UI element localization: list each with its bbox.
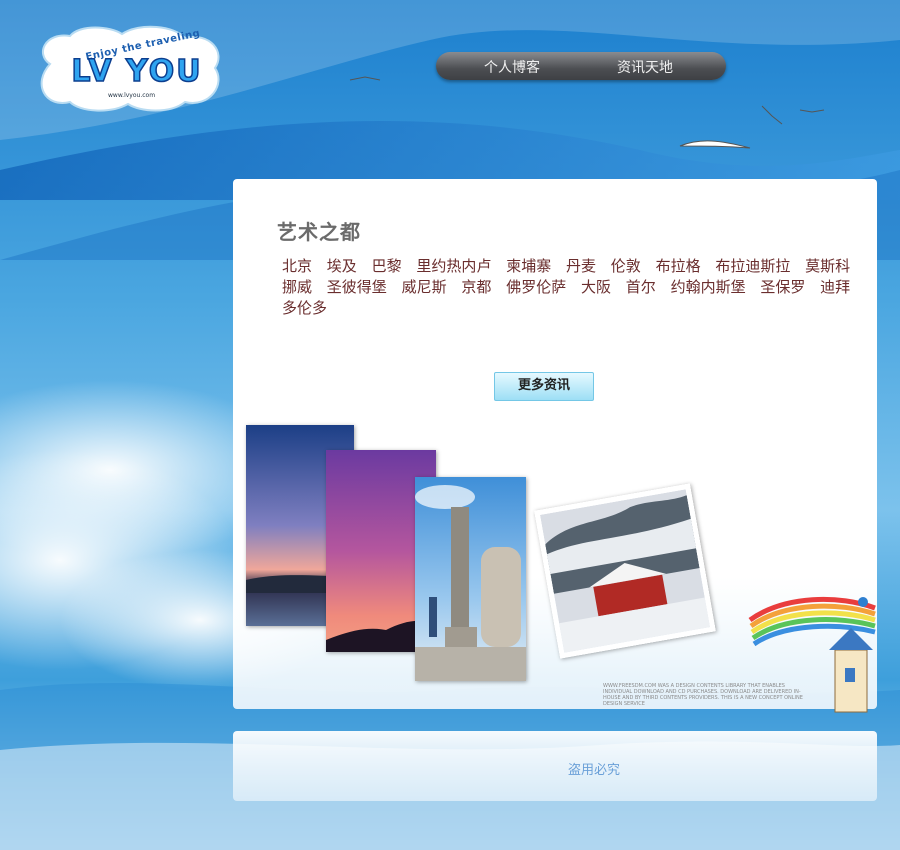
city-link[interactable]: 圣彼得堡 <box>327 276 387 297</box>
city-link[interactable]: 圣保罗 <box>760 276 805 297</box>
city-link[interactable]: 丹麦 <box>566 255 596 276</box>
snowy-village-image <box>539 489 711 653</box>
footer: 盗用必究 <box>233 731 877 801</box>
city-link[interactable]: 迪拜 <box>820 276 850 297</box>
city-link[interactable]: 京都 <box>461 276 491 297</box>
nav-item-news[interactable]: 资讯天地 <box>617 57 673 77</box>
city-link[interactable]: 佛罗伦萨 <box>506 276 566 297</box>
rainbow-castle-decoration-icon <box>748 596 876 713</box>
nav-item-blog[interactable]: 个人博客 <box>484 57 540 77</box>
city-link[interactable]: 里约热内卢 <box>416 255 491 276</box>
city-link[interactable]: 柬埔寨 <box>506 255 551 276</box>
city-link[interactable]: 威尼斯 <box>402 276 447 297</box>
logo-title: LV YOU <box>71 53 203 90</box>
city-link[interactable]: 布拉迪斯拉 <box>715 255 790 276</box>
section-title: 艺术之都 <box>277 220 361 244</box>
city-link[interactable]: 约翰内斯堡 <box>671 276 746 297</box>
sculpture-park-photo[interactable] <box>415 477 526 681</box>
city-link[interactable]: 布拉格 <box>656 255 701 276</box>
site-logo[interactable]: Enjoy the traveling LV YOU www.lvyou.com <box>30 24 226 112</box>
main-nav: 个人博客 资讯天地 <box>436 52 726 80</box>
sculpture-park-image <box>415 477 526 681</box>
city-link[interactable]: 伦敦 <box>611 255 641 276</box>
city-link[interactable]: 巴黎 <box>372 255 402 276</box>
copyright-notice: 盗用必究 <box>568 763 621 778</box>
city-link[interactable]: 挪威 <box>282 276 312 297</box>
more-news-button[interactable]: 更多资讯 <box>494 372 594 401</box>
city-link[interactable]: 埃及 <box>327 255 357 276</box>
city-link[interactable]: 北京 <box>282 255 312 276</box>
snowy-village-photo[interactable] <box>534 483 716 659</box>
city-link[interactable]: 莫斯科 <box>805 255 850 276</box>
logo-url: www.lvyou.com <box>108 92 156 99</box>
city-link-list: 北京 埃及 巴黎 里约热内卢 柬埔寨 丹麦 伦敦 布拉格 布拉迪斯拉 莫斯科 挪… <box>278 255 878 318</box>
city-link[interactable]: 大阪 <box>581 276 611 297</box>
city-link[interactable]: 首尔 <box>626 276 656 297</box>
city-link[interactable]: 多伦多 <box>282 297 327 318</box>
